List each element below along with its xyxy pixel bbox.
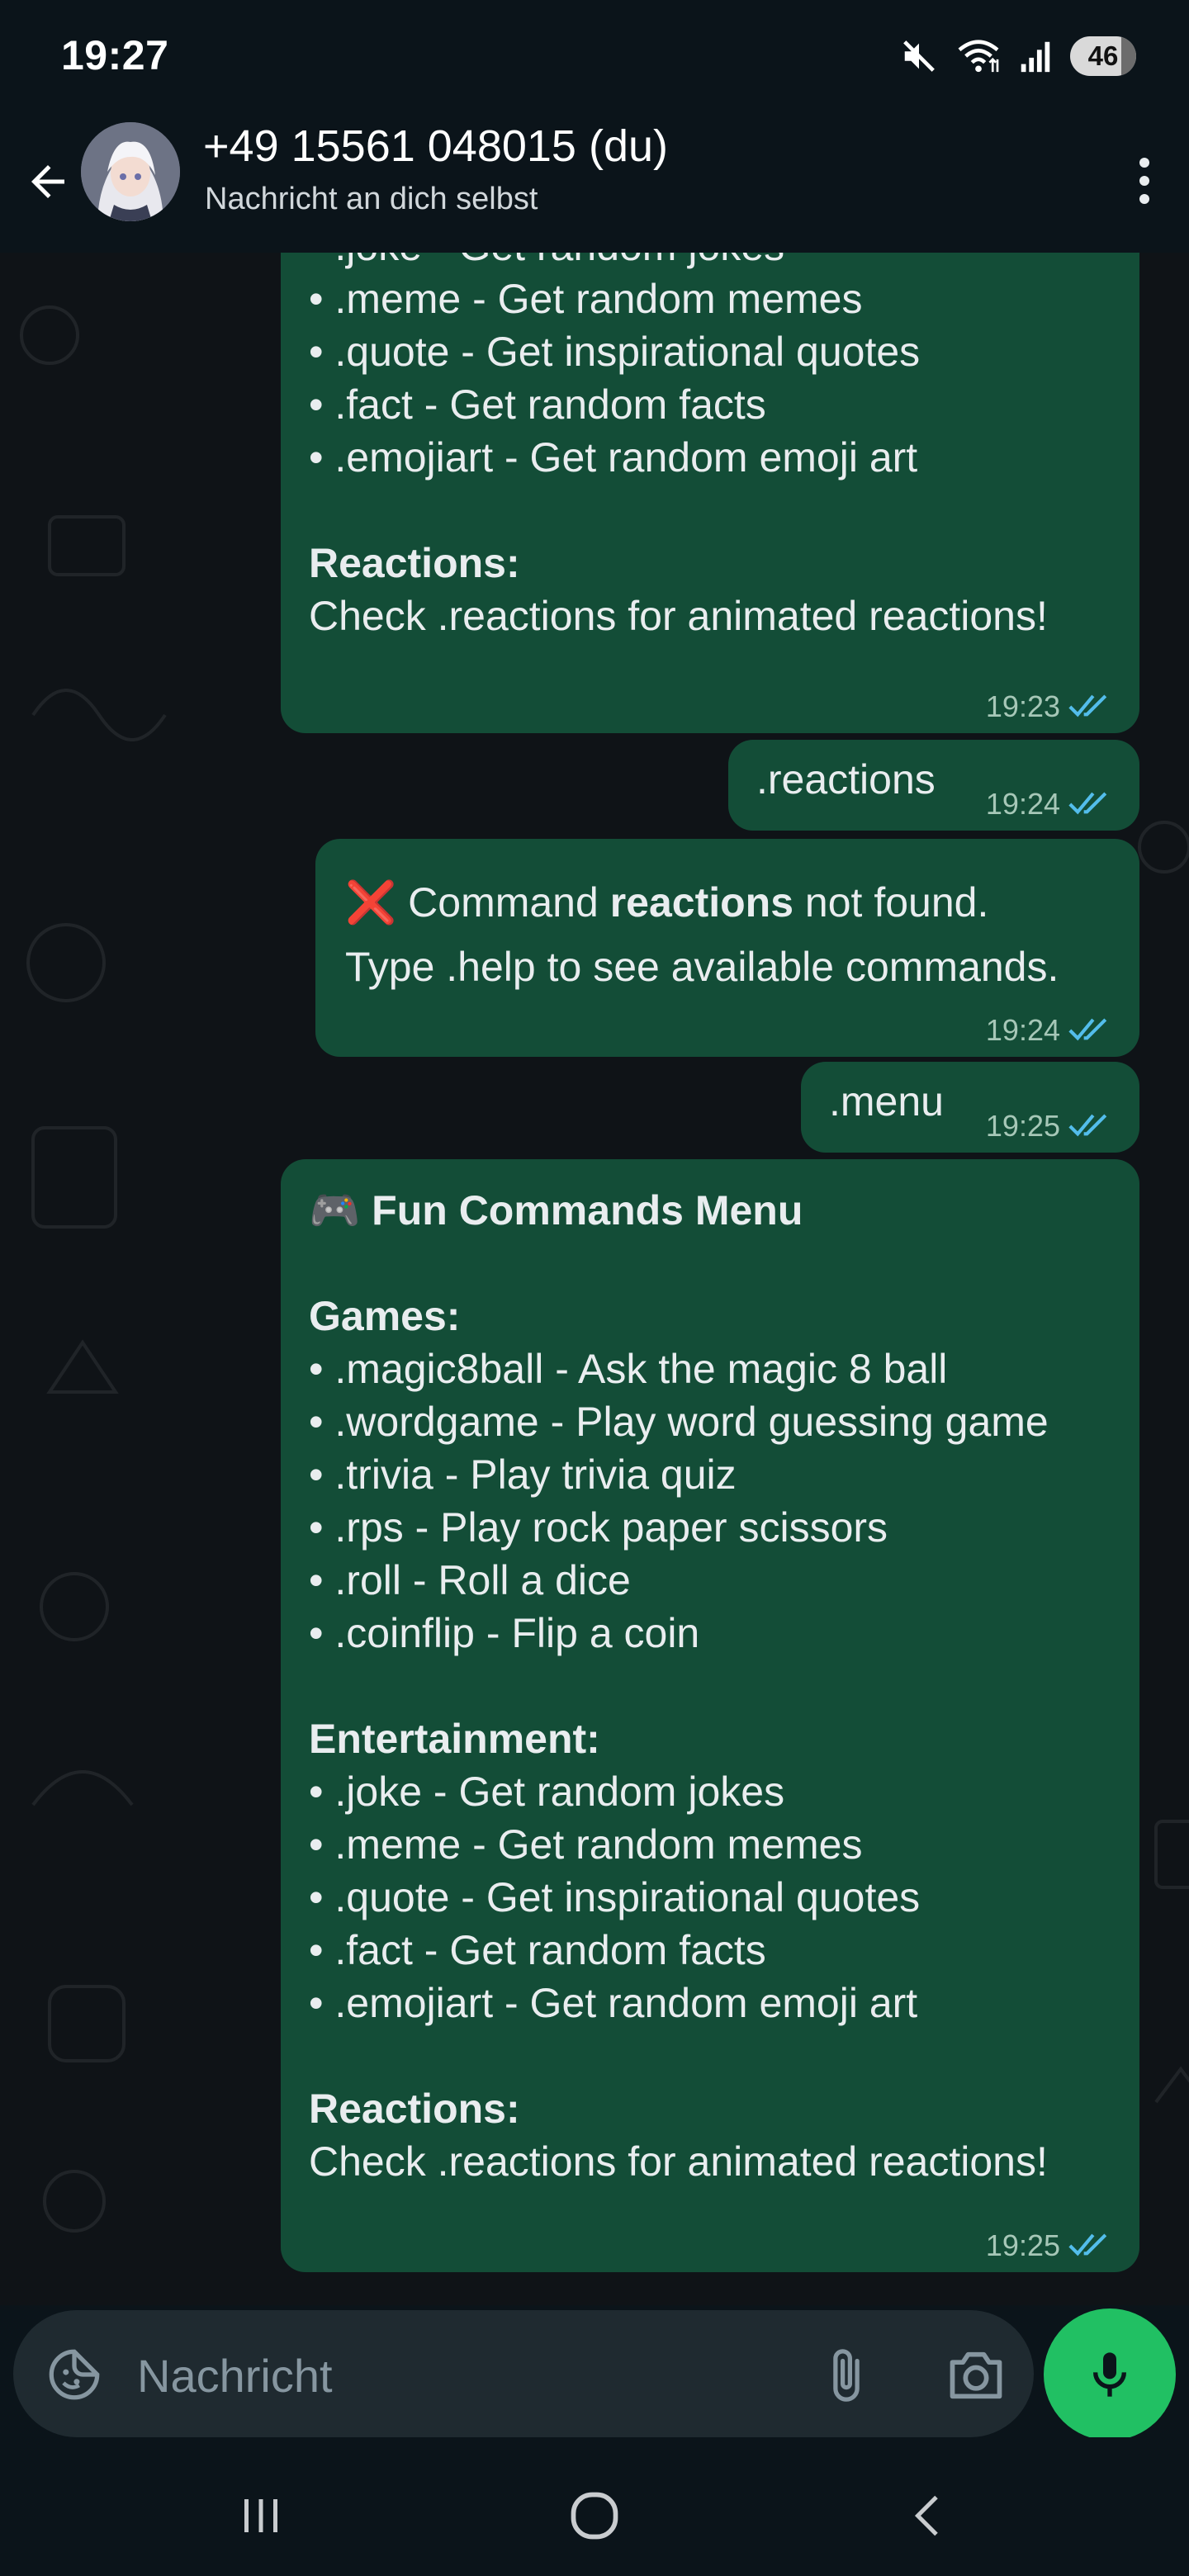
back-nav-button[interactable] <box>879 2479 978 2553</box>
voice-message-button[interactable] <box>1044 2308 1176 2441</box>
message-line: Check .reactions for animated reactions! <box>309 2138 1048 2185</box>
message-line: • .coinflip - Flip a coin <box>309 1610 700 1656</box>
message-bubble-outgoing[interactable]: ❌ Command reactions not found. Type .help… <box>315 839 1139 1057</box>
message-line: • .fact - Get random facts <box>309 381 766 428</box>
cross-mark-icon: ❌ <box>345 879 397 926</box>
contact-subtitle[interactable]: Nachricht an dich selbst <box>205 182 538 217</box>
status-icons: 46 <box>900 33 1136 79</box>
back-arrow-icon <box>31 165 64 198</box>
message-meta: 19:25 <box>986 2229 1115 2262</box>
message-line: Check .reactions for animated reactions! <box>309 593 1048 639</box>
message-time: 19:24 <box>985 1013 1060 1047</box>
chevron-left-icon <box>914 2495 938 2536</box>
system-nav-bar <box>0 2437 1189 2576</box>
message-meta: 19:24 <box>986 788 1115 821</box>
more-vert-icon <box>1139 158 1149 168</box>
message-text: .menu <box>829 1078 944 1125</box>
message-time: 19:25 <box>985 1109 1060 1143</box>
back-button[interactable] <box>15 149 81 215</box>
message-line: • .trivia - Play trivia quiz <box>309 1451 737 1498</box>
battery-level: 46 <box>1087 40 1119 71</box>
message-heading: Reactions: <box>309 540 520 586</box>
message-line: • .meme - Get random memes <box>309 1821 863 1868</box>
battery-icon: 46 <box>1070 36 1136 76</box>
message-line: • .quote - Get inspirational quotes <box>309 1874 921 1920</box>
status-time: 19:27 <box>61 32 169 78</box>
recent-apps-icon <box>244 2499 277 2532</box>
message-meta: 19:25 <box>986 1110 1115 1143</box>
message-line: • .wordgame - Play word guessing game <box>309 1399 1049 1445</box>
message-line: • .fact - Get random facts <box>309 1927 766 1973</box>
message-time: 19:25 <box>985 2228 1060 2262</box>
chat-area[interactable]: • .joke - Get random jokes • .meme - Get… <box>0 253 1189 2305</box>
paperclip-icon <box>833 2349 860 2402</box>
message-bubble-outgoing[interactable]: .menu 19:25 <box>801 1062 1139 1153</box>
input-bar <box>0 2305 1189 2441</box>
message-heading: Games: <box>309 1293 461 1339</box>
message-heading: Entertainment: <box>309 1716 600 1762</box>
message-bubble-outgoing[interactable]: 🎮 Fun Commands Menu Games: • .magic8ball… <box>281 1159 1139 2272</box>
message-input-container <box>13 2310 1034 2437</box>
message-line: • .roll - Roll a dice <box>309 1557 631 1603</box>
status-bar: 19:27 46 <box>0 0 1189 111</box>
recent-apps-button[interactable] <box>211 2479 310 2553</box>
attach-button[interactable] <box>809 2338 883 2413</box>
message-line: • .quote - Get inspirational quotes <box>309 329 921 375</box>
read-ticks-icon <box>1068 1018 1107 1041</box>
mute-icon <box>903 40 935 72</box>
message-title: 🎮 Fun Commands Menu <box>309 1187 803 1234</box>
sticker-icon <box>49 2349 100 2400</box>
camera-icon <box>950 2351 1002 2399</box>
home-button[interactable] <box>545 2479 644 2553</box>
read-ticks-icon <box>1068 1114 1107 1137</box>
home-icon <box>571 2492 618 2540</box>
message-time: 19:23 <box>985 689 1060 723</box>
message-time: 19:24 <box>985 787 1060 821</box>
avatar[interactable] <box>81 122 180 221</box>
message-line: • .rps - Play rock paper scissors <box>309 1504 888 1551</box>
message-line: • .magic8ball - Ask the magic 8 ball <box>309 1346 948 1392</box>
message-line: • .emojiart - Get random emoji art <box>309 434 918 481</box>
read-ticks-icon <box>1068 694 1107 717</box>
message-line: • .emojiart - Get random emoji art <box>309 1980 918 2026</box>
contact-name[interactable]: +49 15561 048015 (du) <box>203 121 668 172</box>
wifi-icon <box>958 40 999 73</box>
read-ticks-icon <box>1068 2233 1107 2256</box>
message-line <box>309 484 1048 537</box>
message-bubble-outgoing[interactable]: • .joke - Get random jokes • .meme - Get… <box>281 253 1139 733</box>
signal-icon <box>1021 41 1050 73</box>
message-text: ❌ Command reactions not found. Type .help… <box>345 879 1059 990</box>
chat-header: +49 15561 048015 (du) Nachricht an dich … <box>0 111 1189 253</box>
message-line: • .joke - Get random jokes <box>309 1769 785 1815</box>
message-heading: Reactions: <box>309 2086 520 2132</box>
message-line: • .joke - Get random jokes <box>309 253 1048 272</box>
message-bubble-outgoing[interactable]: .reactions 19:24 <box>728 740 1139 831</box>
sticker-button[interactable] <box>41 2342 107 2408</box>
message-line: • .meme - Get random memes <box>309 276 863 322</box>
read-ticks-icon <box>1068 792 1107 815</box>
message-meta: 19:23 <box>986 690 1115 723</box>
message-input[interactable] <box>137 2346 798 2404</box>
message-text: .reactions <box>756 756 936 803</box>
microphone-icon <box>1093 2352 1126 2397</box>
more-options-button[interactable] <box>1115 144 1174 218</box>
message-meta: 19:24 <box>986 1014 1115 1047</box>
game-controller-icon: 🎮 <box>309 1187 361 1234</box>
camera-button[interactable] <box>935 2338 1017 2413</box>
